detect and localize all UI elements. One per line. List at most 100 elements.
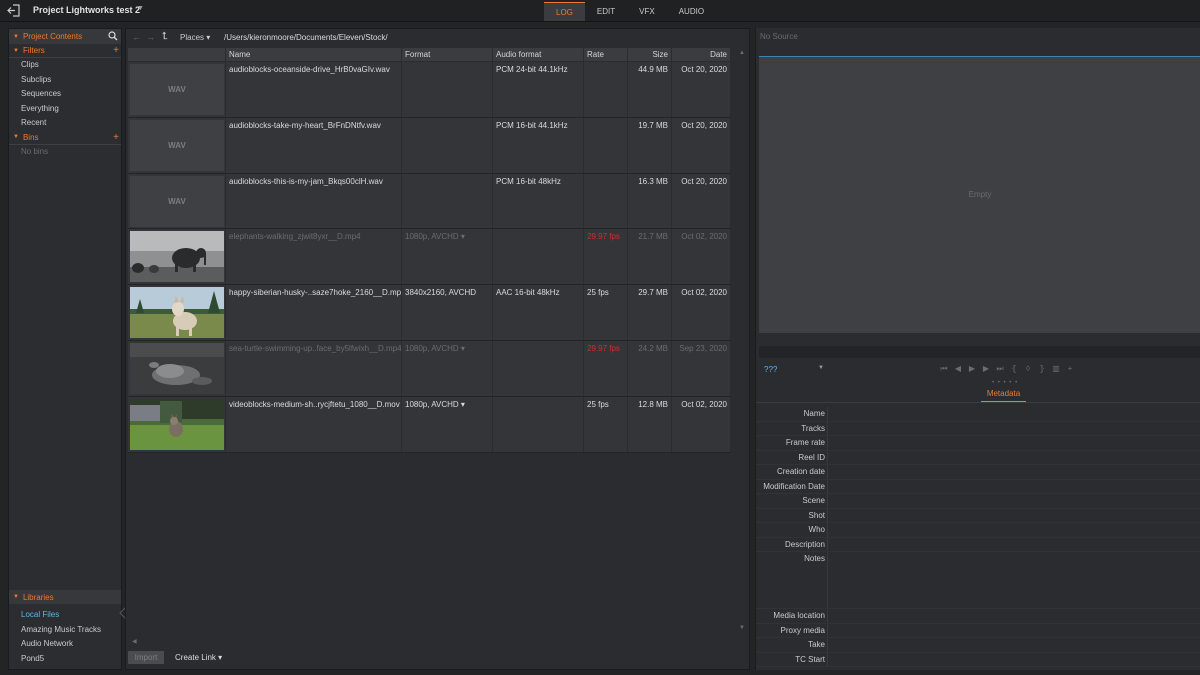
cat-thumbnail [130,398,224,450]
metadata-value[interactable] [828,436,1200,450]
metadata-row[interactable]: Frame rate [756,436,1200,451]
file-format[interactable]: 1080p, AVCHD ▾ [402,340,493,396]
metadata-row[interactable]: Notes [756,552,1200,609]
tab-edit[interactable]: EDIT [585,2,627,21]
library-item-pond5[interactable]: Pond5 [9,652,121,667]
metadata-value[interactable] [828,538,1200,552]
sidebar-item-clips[interactable]: Clips [9,58,121,73]
parent-folder-icon[interactable]: ⮤ [162,31,168,42]
metadata-value[interactable] [828,509,1200,523]
metadata-value[interactable] [828,494,1200,508]
table-row[interactable]: WAV audioblocks-take-my-heart_BrFnDNtfv.… [128,117,731,174]
metadata-value[interactable] [828,653,1200,667]
metadata-value[interactable] [828,422,1200,436]
tab-log[interactable]: LOG [544,2,585,21]
metadata-value[interactable] [828,480,1200,494]
go-to-start-icon[interactable]: ⏮ [940,364,948,374]
library-item-amazing-music-tracks[interactable]: Amazing Music Tracks [9,623,121,638]
places-dropdown[interactable]: Places ▾ [180,33,210,42]
table-row[interactable]: videoblocks-medium-sh..rycjftetu_1080__D… [128,396,731,453]
forward-arrow-icon[interactable]: → [146,32,155,42]
metadata-value[interactable] [828,451,1200,465]
sidebar-item-subclips[interactable]: Subclips [9,73,121,88]
add-icon[interactable]: + [1066,364,1074,374]
metadata-value[interactable] [828,624,1200,638]
tab-audio[interactable]: AUDIO [667,2,716,21]
metadata-row[interactable]: Proxy media [756,623,1200,638]
delete-icon[interactable]: ▥ [1052,364,1060,374]
table-row[interactable]: happy-siberian-husky-..saze7hoke_2160__D… [128,285,731,341]
project-menu-chevron-icon[interactable]: ▼ [137,5,144,12]
track-select-chevron-icon[interactable]: ▼ [818,365,824,371]
file-name: happy-siberian-husky-..saze7hoke_2160__D… [226,285,402,340]
library-item-local-files[interactable]: Local Files [9,608,121,623]
track-select-value[interactable]: ??? [764,365,777,374]
column-header-rate[interactable]: Rate [584,48,628,61]
sidebar-item-everything[interactable]: Everything [9,102,121,117]
project-title[interactable]: Project Lightworks test 2 [33,5,140,15]
column-header-audio-format[interactable]: Audio format [493,48,584,61]
back-arrow-icon[interactable]: ← [132,32,141,42]
metadata-row[interactable]: Description [756,537,1200,552]
bins-section-header[interactable]: ▼ Bins + [9,131,121,145]
column-header-size[interactable]: Size [628,48,672,61]
mark-in-icon[interactable]: ⦃ [1010,364,1018,374]
viewer-timeline-strip[interactable] [759,346,1200,358]
metadata-row[interactable]: Who [756,523,1200,538]
mark-out-icon[interactable]: ⦄ [1038,364,1046,374]
metadata-value[interactable] [828,638,1200,652]
collapse-triangle-icon: ▼ [13,594,19,600]
library-item-audio-network[interactable]: Audio Network [9,637,121,652]
metadata-row[interactable]: Media location [756,609,1200,624]
scroll-left-arrow-icon[interactable]: ◀ [132,638,137,645]
add-filter-plus-icon[interactable]: + [113,45,119,56]
column-header-format[interactable]: Format [402,48,493,61]
mark-icon[interactable]: ◊ [1024,364,1032,374]
metadata-value[interactable] [828,465,1200,479]
vertical-scrollbar[interactable]: ▲ ▼ [737,48,747,653]
step-forward-icon[interactable]: ▶ [982,364,990,374]
tab-vfx[interactable]: VFX [627,2,667,21]
metadata-value[interactable] [828,609,1200,623]
metadata-row[interactable]: Modification Date [756,479,1200,494]
metadata-value[interactable] [828,407,1200,421]
transport-controls: ⏮ ◀ ▶ ▶ ⏭ ⦃ ◊ ⦄ ▥ + [940,364,1074,374]
table-row[interactable]: sea-turtle-swimming-up..face_by5lfwixh__… [128,340,731,397]
file-format[interactable]: 1080p, AVCHD ▾ [402,229,493,285]
scroll-down-arrow-icon[interactable]: ▼ [739,625,745,631]
play-icon[interactable]: ▶ [968,364,976,374]
step-back-icon[interactable]: ◀ [954,364,962,374]
project-contents-header[interactable]: ▼ Project Contents [9,29,121,44]
add-bin-plus-icon[interactable]: + [113,132,119,143]
scroll-up-arrow-icon[interactable]: ▲ [739,50,745,56]
metadata-row[interactable]: Take [756,638,1200,653]
file-format[interactable]: 1080p, AVCHD ▾ [402,396,493,452]
metadata-row[interactable]: Tracks [756,421,1200,436]
filters-section-header[interactable]: ▼ Filters + [9,44,121,58]
table-row[interactable]: elephants-walking_zjwit8yxr__D.mp4 1080p… [128,229,731,286]
metadata-value[interactable] [828,523,1200,537]
exit-project-icon[interactable] [7,4,21,17]
table-row[interactable]: WAV audioblocks-this-is-my-jam_Bkqs00clH… [128,173,731,230]
libraries-header[interactable]: ▼ Libraries [9,590,121,604]
metadata-value[interactable] [828,552,1200,608]
sidebar-item-recent[interactable]: Recent [9,116,121,131]
sidebar-item-sequences[interactable]: Sequences [9,87,121,102]
import-button[interactable]: Import [128,651,164,664]
column-header-name[interactable]: Name [226,48,402,61]
metadata-row[interactable]: Creation date [756,465,1200,480]
metadata-row[interactable]: TC Start [756,652,1200,667]
metadata-row[interactable]: Reel ID [756,450,1200,465]
frame-rate [584,173,628,229]
go-to-end-icon[interactable]: ⏭ [996,364,1004,374]
search-icon[interactable] [108,31,118,41]
column-header-date[interactable]: Date [672,48,731,61]
metadata-row[interactable]: Shot [756,508,1200,523]
create-link-dropdown[interactable]: Create Link ▾ [175,653,222,662]
current-path[interactable]: /Users/kieronmoore/Documents/Eleven/Stoc… [224,33,388,42]
table-row[interactable]: WAV audioblocks-oceanside-drive_HrB0vaGI… [128,62,731,118]
viewer-screen[interactable]: Empty [759,56,1200,333]
metadata-row[interactable]: Scene [756,494,1200,509]
metadata-row[interactable]: Name [756,407,1200,422]
tab-metadata[interactable]: Metadata [981,386,1026,402]
